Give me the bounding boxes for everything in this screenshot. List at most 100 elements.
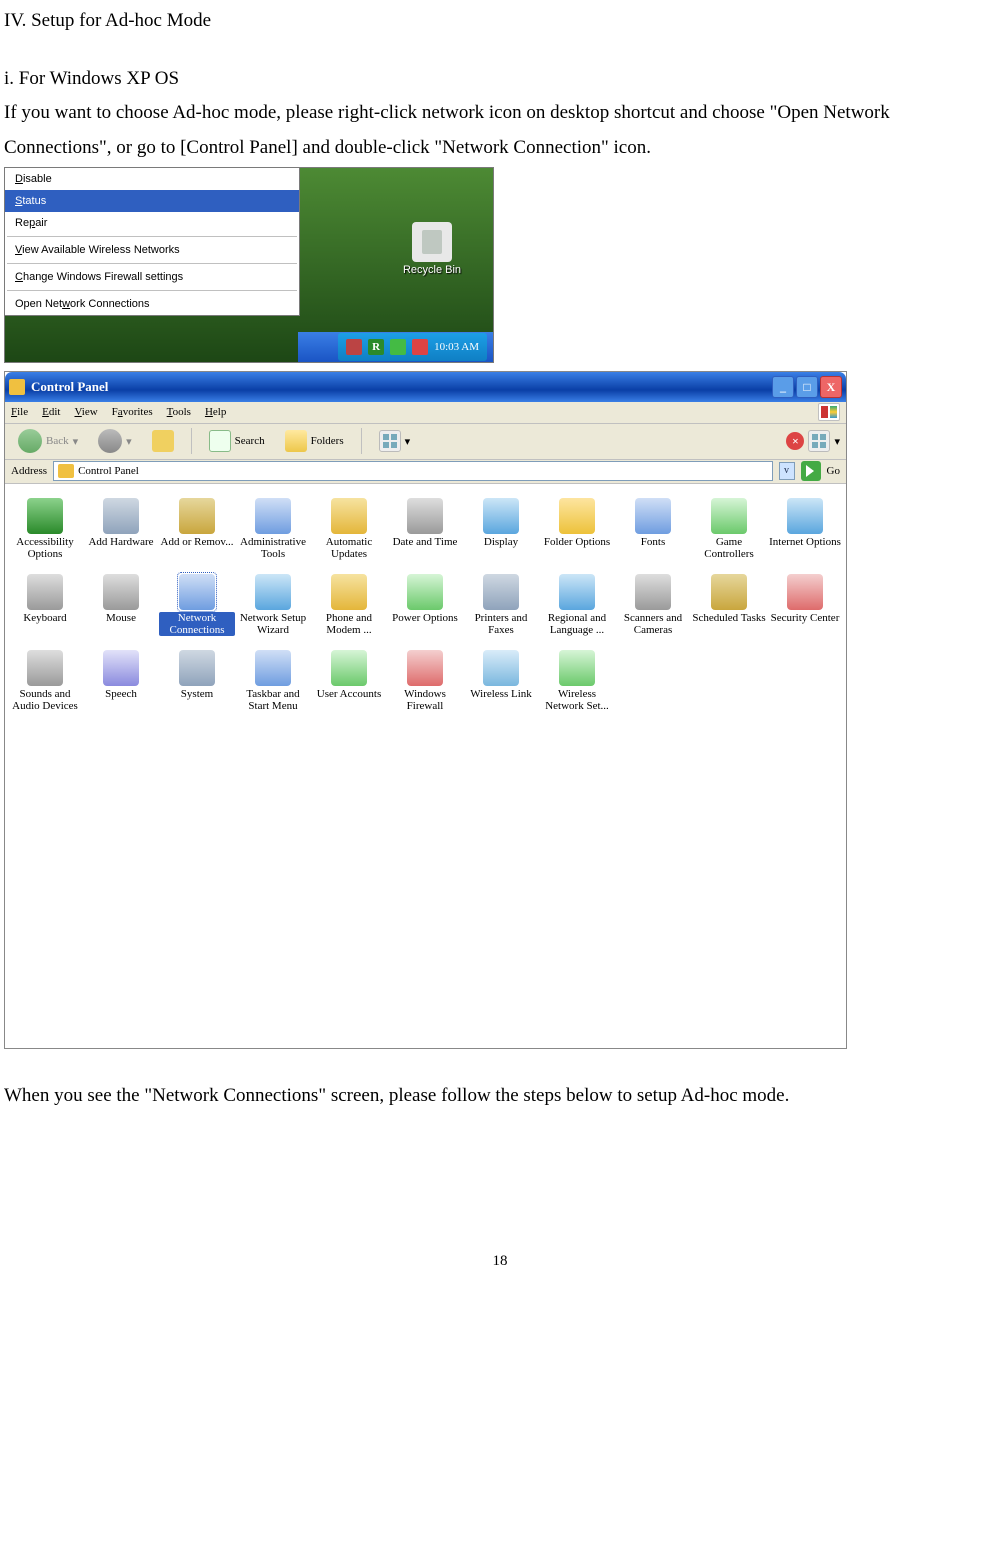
applet-icon <box>483 574 519 610</box>
control-panel-item[interactable]: User Accounts <box>311 650 387 712</box>
control-panel-item[interactable]: Speech <box>83 650 159 712</box>
tray-r-icon[interactable]: R <box>368 339 384 355</box>
taskbar-clock[interactable]: 10:03 AM <box>434 341 479 353</box>
context-menu-item[interactable]: Status <box>5 190 299 212</box>
control-panel-item[interactable]: Wireless Network Set... <box>539 650 615 712</box>
maximize-button[interactable]: □ <box>796 376 818 398</box>
control-panel-item[interactable]: System <box>159 650 235 712</box>
control-panel-item[interactable]: Add Hardware <box>83 498 159 560</box>
applet-icon <box>179 498 215 534</box>
control-panel-item[interactable]: Power Options <box>387 574 463 636</box>
views-button[interactable]: ▾ <box>372 427 418 455</box>
control-panel-item[interactable]: Scheduled Tasks <box>691 574 767 636</box>
applet-label: Scanners and Cameras <box>615 612 691 636</box>
control-panel-item[interactable]: Date and Time <box>387 498 463 560</box>
control-panel-item[interactable]: Regional and Language ... <box>539 574 615 636</box>
network-context-menu: DisableStatusRepair View Available Wirele… <box>4 167 300 316</box>
control-panel-item[interactable]: Wireless Link <box>463 650 539 712</box>
back-button[interactable]: Back ▾ <box>11 426 85 456</box>
window-buttons: _ □ X <box>772 376 842 398</box>
control-panel-item[interactable]: Fonts <box>615 498 691 560</box>
applet-label: Add or Remov... <box>159 536 235 548</box>
control-panel-item[interactable]: Display <box>463 498 539 560</box>
applet-icon <box>635 498 671 534</box>
control-panel-small-icon <box>58 464 74 478</box>
context-menu-item[interactable]: Repair <box>5 212 299 234</box>
control-panel-item[interactable]: Scanners and Cameras <box>615 574 691 636</box>
tray-safely-remove-icon[interactable] <box>390 339 406 355</box>
applet-label: Network Connections <box>159 612 235 636</box>
applet-label: Wireless Network Set... <box>539 688 615 712</box>
toolbar-separator <box>191 428 192 454</box>
up-button[interactable] <box>145 427 181 455</box>
applet-label: Folder Options <box>539 536 615 548</box>
menu-tools[interactable]: Tools <box>167 406 191 418</box>
control-panel-item[interactable]: Taskbar and Start Menu <box>235 650 311 712</box>
context-menu-item[interactable]: Open Network Connections <box>5 293 299 315</box>
address-input[interactable]: Control Panel <box>53 461 772 481</box>
context-menu-item[interactable]: View Available Wireless Networks <box>5 239 299 261</box>
control-panel-item[interactable]: Windows Firewall <box>387 650 463 712</box>
control-panel-item[interactable]: Administrative Tools <box>235 498 311 560</box>
menu-help[interactable]: Help <box>205 406 226 418</box>
applet-label: Windows Firewall <box>387 688 463 712</box>
applet-icon <box>407 498 443 534</box>
control-panel-item[interactable]: Mouse <box>83 574 159 636</box>
menu-edit[interactable]: Edit <box>42 406 60 418</box>
applet-icon <box>787 498 823 534</box>
tray-network-off-icon[interactable] <box>346 339 362 355</box>
applet-icon <box>331 650 367 686</box>
applet-label: Speech <box>83 688 159 700</box>
back-icon <box>18 429 42 453</box>
minimize-button[interactable]: _ <box>772 376 794 398</box>
control-panel-item[interactable]: Keyboard <box>7 574 83 636</box>
menu-separator <box>7 263 297 264</box>
forward-button[interactable]: ▾ <box>91 426 139 456</box>
control-panel-item[interactable]: Internet Options <box>767 498 843 560</box>
control-panel-item[interactable]: Printers and Faxes <box>463 574 539 636</box>
control-panel-item[interactable]: Automatic Updates <box>311 498 387 560</box>
control-panel-item[interactable]: Folder Options <box>539 498 615 560</box>
control-panel-screenshot: Control Panel _ □ X File Edit View Favor… <box>4 371 847 1049</box>
control-panel-item[interactable]: Sounds and Audio Devices <box>7 650 83 712</box>
menu-separator <box>7 236 297 237</box>
search-button[interactable]: Search <box>202 427 272 455</box>
address-label: Address <box>11 465 47 477</box>
tray-shield-icon[interactable] <box>412 339 428 355</box>
control-panel-item[interactable]: Game Controllers <box>691 498 767 560</box>
applet-icon <box>27 574 63 610</box>
go-button[interactable] <box>801 461 821 481</box>
paragraph-1: If you want to choose Ad-hoc mode, pleas… <box>4 96 996 164</box>
thumbnails-icon[interactable] <box>808 430 830 452</box>
applet-label: Internet Options <box>767 536 843 548</box>
context-menu-item[interactable]: Change Windows Firewall settings <box>5 266 299 288</box>
applet-icon <box>27 498 63 534</box>
applet-icon <box>559 574 595 610</box>
applet-icon <box>255 498 291 534</box>
folders-button[interactable]: Folders <box>278 427 351 455</box>
menu-favorites[interactable]: Favorites <box>112 406 153 418</box>
applet-label: Fonts <box>615 536 691 548</box>
applet-label: Automatic Updates <box>311 536 387 560</box>
recycle-bin-desktop-icon[interactable]: Recycle Bin <box>397 222 467 276</box>
applet-icon <box>103 574 139 610</box>
menu-view[interactable]: View <box>74 406 97 418</box>
control-panel-item[interactable]: Phone and Modem ... <box>311 574 387 636</box>
folders-icon <box>285 430 307 452</box>
applet-label: Security Center <box>767 612 843 624</box>
applet-icon <box>179 574 215 610</box>
close-button[interactable]: X <box>820 376 842 398</box>
menu-file[interactable]: File <box>11 406 28 418</box>
applet-label: Scheduled Tasks <box>691 612 767 624</box>
control-panel-item[interactable]: Network Setup Wizard <box>235 574 311 636</box>
context-menu-item[interactable]: Disable <box>5 168 299 190</box>
control-panel-item[interactable]: Network Connections <box>159 574 235 636</box>
control-panel-item[interactable]: Security Center <box>767 574 843 636</box>
address-dropdown-icon[interactable]: v <box>779 462 795 480</box>
stop-icon[interactable]: × <box>786 432 804 450</box>
applet-label: Accessibility Options <box>7 536 83 560</box>
address-bar: Address Control Panel v Go <box>5 460 846 484</box>
control-panel-item[interactable]: Accessibility Options <box>7 498 83 560</box>
applet-label: Mouse <box>83 612 159 624</box>
control-panel-item[interactable]: Add or Remov... <box>159 498 235 560</box>
